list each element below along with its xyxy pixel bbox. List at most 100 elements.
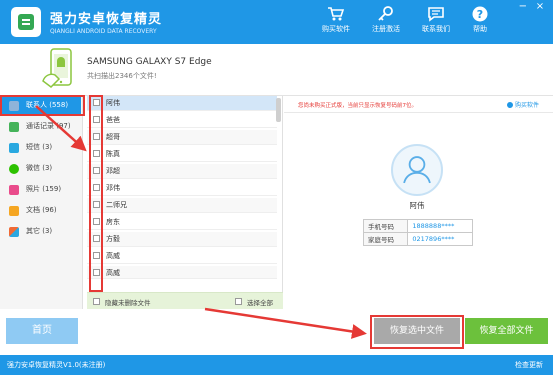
row-checkbox[interactable] <box>93 184 100 191</box>
contact-name: 高威 <box>106 252 120 260</box>
action-bar: 首页 恢复选中文件 恢复全部文件 <box>0 309 553 355</box>
other-icon <box>9 227 19 237</box>
phone-value: 1888888**** <box>407 219 473 233</box>
buy-software-link[interactable]: 购买软件 <box>506 100 539 109</box>
list-item[interactable]: 房东 <box>87 215 277 230</box>
list-scrollbar[interactable] <box>276 98 281 122</box>
list-item[interactable]: 高威 <box>87 266 277 279</box>
hide-deleted-checkbox[interactable] <box>93 298 100 305</box>
phone-value: 0217896**** <box>407 232 473 246</box>
buy-link-label: 购买软件 <box>514 102 539 109</box>
photo-icon <box>9 185 19 195</box>
register-button[interactable]: 注册激活 <box>362 6 410 40</box>
contact-list: 阿伟 爸爸 超哥 陈真 邓超 邓伟 二师兄 房东 方毅 高威 高威 <box>87 96 283 309</box>
row-checkbox[interactable] <box>93 269 100 276</box>
row-checkbox[interactable] <box>93 218 100 225</box>
category-other[interactable]: 其它 (3) <box>2 223 81 241</box>
minimize-button[interactable]: − <box>516 1 530 12</box>
help-icon: ? <box>472 6 488 22</box>
row-checkbox[interactable] <box>93 201 100 208</box>
divider <box>284 112 553 113</box>
key-icon <box>378 6 393 21</box>
row-checkbox[interactable] <box>93 167 100 174</box>
select-all-label: 选择全部 <box>247 299 273 307</box>
list-item[interactable]: 方毅 <box>87 232 277 247</box>
close-button[interactable]: × <box>533 1 547 12</box>
category-wechat[interactable]: 微信 (3) <box>2 160 81 178</box>
buy-software-button[interactable]: 购买软件 <box>312 6 360 40</box>
sms-icon <box>9 143 19 153</box>
row-checkbox[interactable] <box>93 150 100 157</box>
list-footer: 隐藏未删除文件 选择全部 <box>87 292 283 309</box>
contact-name: 房东 <box>106 218 120 226</box>
contact-name: 超哥 <box>106 133 120 141</box>
list-item[interactable]: 超哥 <box>87 130 277 145</box>
cart-icon <box>328 7 345 21</box>
trial-notice: 您尚未购买正式版，当前只显示恢复号码前7位。 <box>298 103 418 109</box>
app-logo <box>11 7 41 37</box>
check-update-link[interactable]: 检查更新 <box>515 360 543 370</box>
contacts-icon <box>9 101 19 111</box>
contact-name: 阿伟 <box>106 99 120 107</box>
recover-all-button[interactable]: 恢复全部文件 <box>465 318 548 344</box>
category-sidebar: 联系人 (558) 通话记录 (97) 短信 (3) 微信 (3) 照片 (15… <box>0 96 83 309</box>
category-label: 其它 (3) <box>26 227 53 235</box>
list-item[interactable]: 阿伟 <box>87 96 277 111</box>
category-label: 短信 (3) <box>26 143 53 151</box>
document-icon <box>9 206 19 216</box>
window-controls: − × <box>516 1 547 12</box>
row-checkbox[interactable] <box>93 235 100 242</box>
status-text: 强力安卓恢复精灵V1.0(未注册) <box>7 361 106 369</box>
svg-text:?: ? <box>477 8 483 21</box>
phone-icon <box>9 122 19 132</box>
contact-name: 爸爸 <box>106 116 120 124</box>
list-item[interactable]: 陈真 <box>87 147 277 162</box>
contact-us-button[interactable]: 联系我们 <box>412 6 460 40</box>
phone-table: 手机号码 1888888**** 家庭号码 0217896**** <box>362 219 473 246</box>
phone-label: 手机号码 <box>362 219 409 233</box>
home-button[interactable]: 首页 <box>6 318 78 344</box>
category-label: 文档 (96) <box>26 206 57 214</box>
select-all-checkbox[interactable] <box>235 298 242 305</box>
help-label: 帮助 <box>473 25 487 33</box>
row-checkbox[interactable] <box>93 116 100 123</box>
contact-detail-name: 阿伟 <box>409 201 425 210</box>
app-title: 强力安卓恢复精灵 <box>50 12 163 27</box>
category-label: 照片 (159) <box>26 185 62 193</box>
list-item[interactable]: 高威 <box>87 249 277 264</box>
contact-detail-panel: 您尚未购买正式版，当前只显示恢复号码前7位。 购买软件 阿伟 手机号码 1888… <box>284 96 553 309</box>
app-subtitle: QIANGLI ANDROID DATA RECOVERY <box>50 28 157 35</box>
app-window: 强力安卓恢复精灵 QIANGLI ANDROID DATA RECOVERY 购… <box>0 0 553 375</box>
title-bar: 强力安卓恢复精灵 QIANGLI ANDROID DATA RECOVERY 购… <box>0 0 553 44</box>
category-label: 微信 (3) <box>26 164 53 172</box>
status-bar: 强力安卓恢复精灵V1.0(未注册) 检查更新 <box>0 355 553 375</box>
category-label: 联系人 (558) <box>26 101 69 109</box>
register-label: 注册激活 <box>372 25 400 33</box>
contact-name: 方毅 <box>106 235 120 243</box>
contact-name: 邓超 <box>106 167 120 175</box>
device-name: SAMSUNG GALAXY S7 Edge <box>87 57 212 67</box>
category-sms[interactable]: 短信 (3) <box>2 139 81 157</box>
hide-deleted-label: 隐藏未删除文件 <box>105 299 151 307</box>
list-item[interactable]: 邓超 <box>87 164 277 179</box>
category-label: 通话记录 (97) <box>26 122 71 130</box>
row-checkbox[interactable] <box>93 252 100 259</box>
list-item[interactable]: 二师兄 <box>87 198 277 213</box>
avatar <box>391 144 443 196</box>
help-button[interactable]: ? 帮助 <box>456 6 504 40</box>
contact-name: 高威 <box>106 269 120 277</box>
category-photos[interactable]: 照片 (159) <box>2 181 81 199</box>
list-item[interactable]: 邓伟 <box>87 181 277 196</box>
phone-label: 家庭号码 <box>362 232 409 246</box>
scan-summary: 共扫描出2346个文件! <box>87 72 157 80</box>
category-documents[interactable]: 文档 (96) <box>2 202 81 220</box>
info-icon <box>506 102 513 108</box>
category-call-log[interactable]: 通话记录 (97) <box>2 118 81 136</box>
category-contacts[interactable]: 联系人 (558) <box>2 97 81 115</box>
row-checkbox[interactable] <box>93 99 100 106</box>
list-item[interactable]: 爸爸 <box>87 113 277 128</box>
recover-selected-button[interactable]: 恢复选中文件 <box>374 318 460 344</box>
contact-name: 二师兄 <box>106 201 127 209</box>
android-phone-icon <box>42 48 72 88</box>
row-checkbox[interactable] <box>93 133 100 140</box>
